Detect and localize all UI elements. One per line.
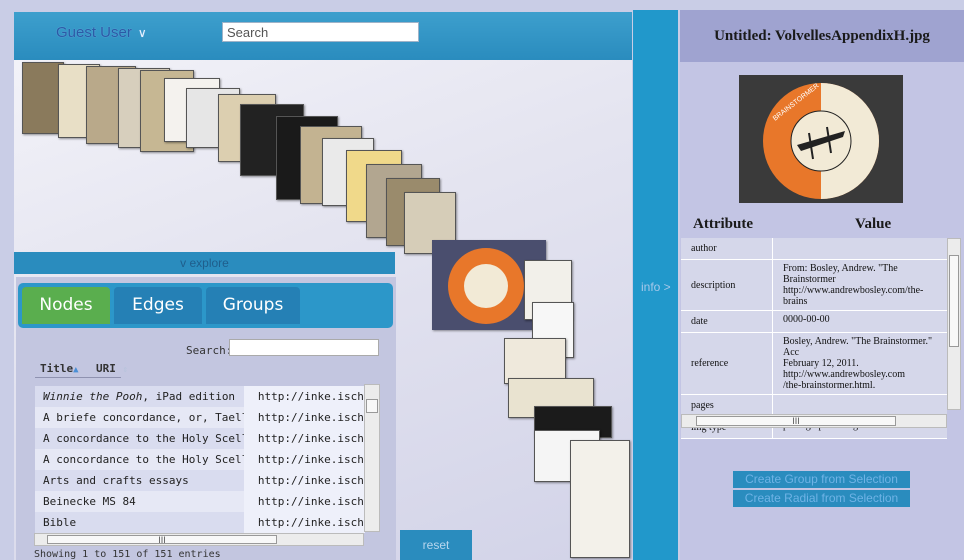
sort-ascending-icon: ▲ — [73, 365, 79, 375]
tab-edges[interactable]: Edges — [114, 287, 202, 324]
scrollbar-thumb[interactable] — [949, 255, 959, 347]
table-vertical-scrollbar[interactable] — [364, 384, 380, 532]
cell-title: Bible — [43, 516, 77, 529]
cell-title: A concordance to the Holy Scellipsis — [43, 432, 244, 445]
table-info: Showing 1 to 151 of 151 entries — [34, 549, 221, 560]
attribute-key: reference — [681, 333, 773, 394]
attribute-value: 0000-00-00 — [773, 311, 947, 332]
attribute-key: author — [681, 238, 773, 259]
scrollbar-thumb[interactable]: III — [696, 416, 896, 426]
create-group-button[interactable]: Create Group from Selection — [733, 471, 910, 488]
column-header-uri[interactable]: URI ⇕ — [96, 362, 128, 375]
user-menu[interactable]: Guest User ∨ — [56, 24, 147, 41]
cell-uri: http://inke.ischool.t — [243, 428, 365, 449]
attribute-value: From: Bosley, Andrew. "The Brainstormer … — [773, 260, 947, 310]
table-row[interactable]: Bible http://inke.ischool.t — [35, 512, 365, 533]
create-radial-button[interactable]: Create Radial from Selection — [733, 490, 910, 507]
attribute-value — [773, 395, 947, 416]
table-search-label: Search: — [186, 344, 233, 357]
info-panel-title: Untitled: VolvellesAppendixH.jpg — [714, 28, 930, 44]
column-header-title[interactable]: Title▲ — [40, 362, 79, 375]
search-input[interactable] — [222, 22, 419, 42]
disc-center-icon — [464, 264, 508, 308]
sort-icon: ⇕ — [122, 365, 128, 375]
tab-groups[interactable]: Groups — [206, 287, 300, 324]
attribute-key: pages — [681, 395, 773, 416]
column-header-title-label: Title — [40, 362, 74, 375]
tab-nodes[interactable]: Nodes — [22, 287, 110, 324]
attribute-row: description From: Bosley, Andrew. "The Br… — [681, 260, 947, 311]
attribute-horizontal-scrollbar[interactable]: III — [681, 414, 947, 428]
column-header-uri-label: URI — [96, 362, 116, 375]
info-toggle-label[interactable]: info > — [641, 280, 671, 294]
cell-title: Beinecke MS 84 — [43, 495, 136, 508]
cell-title: A briefe concordance, or, Taellipsis — [43, 411, 244, 424]
cell-uri: http://inke.ischool.t — [243, 491, 365, 512]
cell-title: Arts and crafts essays — [43, 474, 189, 487]
nodes-table-body: Winnie the Pooh, iPad edition http://inke… — [35, 386, 365, 533]
scrollbar-thumb[interactable] — [366, 399, 378, 413]
value-column-header: Value — [855, 216, 892, 232]
attribute-value: Bosley, Andrew. "The Brainstormer." Acc … — [773, 333, 947, 394]
image-preview: BRAINSTORMER — [739, 75, 903, 203]
reset-button[interactable]: reset — [400, 530, 472, 560]
attribute-row: author — [681, 238, 947, 260]
table-row[interactable]: Arts and crafts essays http://inke.ischoo… — [35, 470, 365, 491]
table-row[interactable]: Winnie the Pooh, iPad edition http://inke… — [35, 386, 365, 407]
tab-bar: Nodes Edges Groups — [18, 283, 393, 328]
brainstormer-volvelle-image: BRAINSTORMER — [739, 75, 903, 203]
attribute-table: author description From: Bosley, Andrew. … — [681, 238, 947, 439]
table-row[interactable]: A concordance to the Holy Scellipsishttp… — [35, 449, 365, 470]
cell-title-suffix: , iPad edition — [142, 390, 236, 403]
cell-uri: http://inke.ischool.t — [243, 512, 365, 533]
cell-title: A concordance to the Holy Scellipsis — [43, 453, 244, 466]
table-horizontal-scrollbar[interactable]: III — [34, 533, 364, 546]
attribute-row: date 0000-00-00 — [681, 311, 947, 333]
cell-uri: http://inke.ischool.t — [243, 386, 365, 407]
explore-toggle[interactable]: v explore — [14, 252, 395, 274]
attribute-vertical-scrollbar[interactable] — [947, 238, 961, 410]
scrollbar-thumb[interactable]: III — [47, 535, 277, 545]
table-row[interactable]: Beinecke MS 84 http://inke.ischool.t — [35, 491, 365, 512]
table-row[interactable]: A concordance to the Holy Scellipsishttp… — [35, 428, 365, 449]
gallery-thumbnail[interactable] — [570, 440, 630, 558]
cell-title-italic: Winnie the Pooh — [43, 390, 143, 403]
attribute-row: reference Bosley, Andrew. "The Brainstorm… — [681, 333, 947, 395]
cell-uri: http://inke.ischool.t — [243, 407, 365, 428]
attribute-column-header: Attribute — [693, 216, 753, 232]
user-name-label: Guest User — [56, 24, 132, 41]
cell-uri: http://inke.ischool.t — [243, 470, 365, 491]
cell-uri: http://inke.ischool.t — [243, 449, 365, 470]
attribute-key: date — [681, 311, 773, 332]
table-row[interactable]: A briefe concordance, or, Taellipsishttp… — [35, 407, 365, 428]
header-divider — [35, 377, 121, 378]
table-search-input[interactable] — [229, 339, 379, 356]
cell-title: Winnie the Pooh, iPad edition — [35, 386, 244, 407]
attribute-value — [773, 238, 947, 259]
attribute-key: description — [681, 260, 773, 310]
chevron-down-icon: ∨ — [137, 26, 147, 40]
